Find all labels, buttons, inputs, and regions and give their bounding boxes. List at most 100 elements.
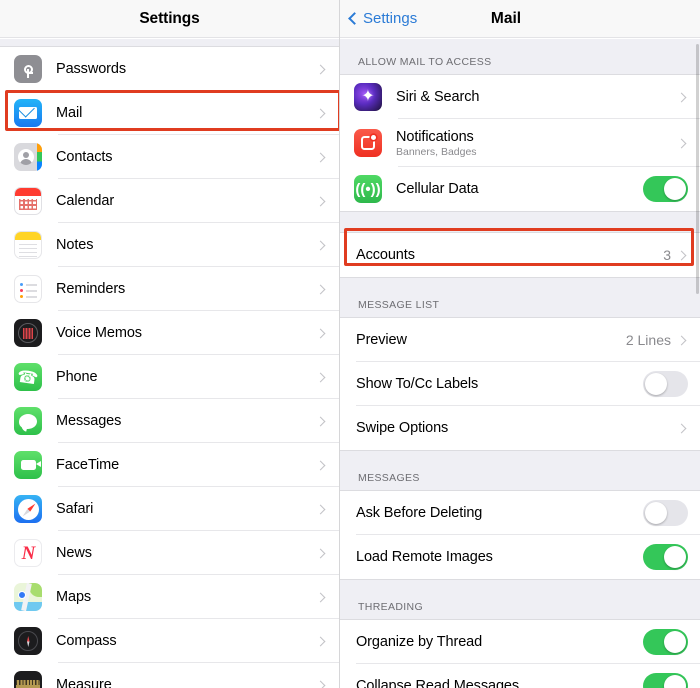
mail-row-label: Load Remote Images: [356, 549, 493, 565]
sidebar-scroll-area[interactable]: Passwords Mail Contacts Calendar Notes Remind…: [0, 39, 339, 688]
messages-icon: [14, 407, 42, 435]
chevron-right-icon: [676, 250, 687, 260]
toggle-switch-on[interactable]: [643, 176, 688, 202]
chevron-right-icon: [315, 460, 326, 470]
mail-row-notifications[interactable]: Notifications Banners, Badges: [340, 119, 700, 167]
mail-row-show-to-cc-labels[interactable]: Show To/Cc Labels: [340, 362, 700, 406]
sidebar-item-facetime[interactable]: FaceTime: [0, 443, 339, 487]
toggle-knob: [663, 177, 686, 201]
sidebar-item-label: Reminders: [56, 281, 126, 297]
chevron-right-icon: [315, 196, 326, 206]
toggle-switch-off[interactable]: [643, 371, 688, 397]
sidebar-item-mail[interactable]: Mail: [0, 91, 339, 135]
sidebar-item-label: Maps: [56, 589, 92, 605]
facetime-icon: [14, 451, 42, 479]
chevron-right-icon: [315, 64, 326, 74]
chevron-right-icon: [315, 284, 326, 294]
mail-icon: [14, 99, 42, 127]
mail-row-load-remote-images[interactable]: Load Remote Images: [340, 535, 700, 579]
sidebar-item-label: Voice Memos: [56, 325, 142, 341]
chevron-right-icon: [315, 504, 326, 514]
ipad-settings-split-view: Settings Passwords Mail Contacts Calendar No…: [0, 0, 700, 688]
mail-row-text: Preview: [356, 332, 626, 348]
chevron-right-icon: [315, 416, 326, 426]
mail-row-siri-search[interactable]: ✦ Siri & Search: [340, 75, 700, 119]
section-gap: [340, 579, 700, 601]
back-button[interactable]: Settings: [348, 10, 418, 27]
mail-row-text: Load Remote Images: [356, 549, 643, 565]
toggle-knob: [644, 372, 668, 396]
mail-row-text: Cellular Data: [396, 181, 643, 197]
back-button-label: Settings: [363, 10, 418, 27]
chevron-right-icon: [315, 592, 326, 602]
sidebar-item-label: FaceTime: [56, 457, 120, 473]
sidebar-item-label: Notes: [56, 237, 94, 253]
sidebar-item-notes[interactable]: Notes: [0, 223, 339, 267]
sidebar-item-maps[interactable]: Maps: [0, 575, 339, 619]
sidebar-navbar: Settings: [0, 0, 339, 38]
siri-search-icon: ✦: [354, 83, 382, 111]
mail-row-value: 2 Lines: [625, 332, 671, 348]
sidebar-item-label: Mail: [56, 105, 83, 121]
sidebar-item-passwords[interactable]: Passwords: [0, 47, 339, 91]
chevron-right-icon: [676, 138, 687, 148]
mail-row-swipe-options[interactable]: Swipe Options: [340, 406, 700, 450]
toggle-switch-on[interactable]: [643, 673, 688, 688]
toggle-switch-on[interactable]: [643, 629, 688, 655]
mail-row-preview[interactable]: Preview 2 Lines: [340, 318, 700, 362]
mail-row-cellular-data[interactable]: ((•)) Cellular Data: [340, 167, 700, 211]
sidebar-item-label: Safari: [56, 501, 94, 517]
sidebar-item-measure[interactable]: Measure: [0, 663, 339, 688]
section-gap: [340, 211, 700, 233]
mail-row-collapse-read-messages[interactable]: Collapse Read Messages: [340, 664, 700, 688]
mail-row-text: Show To/Cc Labels: [356, 376, 643, 392]
mail-row-text: Organize by Thread: [356, 634, 643, 650]
mail-row-label: Show To/Cc Labels: [356, 376, 479, 392]
sidebar-item-messages[interactable]: Messages: [0, 399, 339, 443]
mail-row-label: Swipe Options: [356, 420, 449, 436]
toggle-switch-on[interactable]: [643, 544, 688, 570]
vertical-scrollbar[interactable]: [696, 44, 699, 294]
sidebar-item-contacts[interactable]: Contacts: [0, 135, 339, 179]
toggle-knob: [663, 674, 686, 688]
mail-scroll-area[interactable]: ALLOW MAIL TO ACCESS ✦ Siri & Search Notifi…: [340, 39, 700, 688]
sidebar-item-label: Phone: [56, 369, 98, 385]
mail-row-organize-by-thread[interactable]: Organize by Thread: [340, 620, 700, 664]
toggle-switch-off[interactable]: [643, 500, 688, 526]
mail-row-ask-before-deleting[interactable]: Ask Before Deleting: [340, 491, 700, 535]
cellular-data-icon: ((•)): [354, 175, 382, 203]
chevron-right-icon: [315, 680, 326, 688]
mail-row-label: Accounts: [356, 247, 415, 263]
mail-row-label: Siri & Search: [396, 89, 480, 105]
mail-settings-panel: Settings Mail ALLOW MAIL TO ACCESS ✦ Siri …: [340, 0, 700, 688]
mail-navbar: Settings Mail: [340, 0, 700, 38]
voice-memos-icon: [14, 319, 42, 347]
sidebar-item-calendar[interactable]: Calendar: [0, 179, 339, 223]
sidebar-item-label: Passwords: [56, 61, 127, 77]
sidebar-item-label: Compass: [56, 633, 117, 649]
sidebar-item-reminders[interactable]: Reminders: [0, 267, 339, 311]
chevron-right-icon: [315, 108, 326, 118]
mail-row-text: Ask Before Deleting: [356, 505, 643, 521]
phone-icon: ☎: [14, 363, 42, 391]
chevron-right-icon: [676, 423, 687, 433]
contacts-icon: [14, 143, 42, 171]
section-header: MESSAGE LIST: [340, 299, 700, 318]
sidebar-item-news[interactable]: N News: [0, 531, 339, 575]
sidebar-list: Passwords Mail Contacts Calendar Notes Remind…: [0, 47, 339, 688]
mail-row-text: Notifications Banners, Badges: [396, 129, 678, 158]
notifications-icon: [354, 129, 382, 157]
compass-icon: [14, 627, 42, 655]
sidebar-item-phone[interactable]: ☎ Phone: [0, 355, 339, 399]
sidebar-item-voice-memos[interactable]: Voice Memos: [0, 311, 339, 355]
mail-row-text: Siri & Search: [396, 89, 678, 105]
mail-row-accounts[interactable]: Accounts 3: [340, 233, 700, 277]
calendar-icon: [14, 187, 42, 215]
sidebar-item-safari[interactable]: Safari: [0, 487, 339, 531]
chevron-right-icon: [315, 548, 326, 558]
section-gap: [340, 450, 700, 472]
news-icon: N: [14, 539, 42, 567]
mail-row-label: Preview: [356, 332, 407, 348]
toggle-knob: [663, 545, 686, 569]
sidebar-item-compass[interactable]: Compass: [0, 619, 339, 663]
